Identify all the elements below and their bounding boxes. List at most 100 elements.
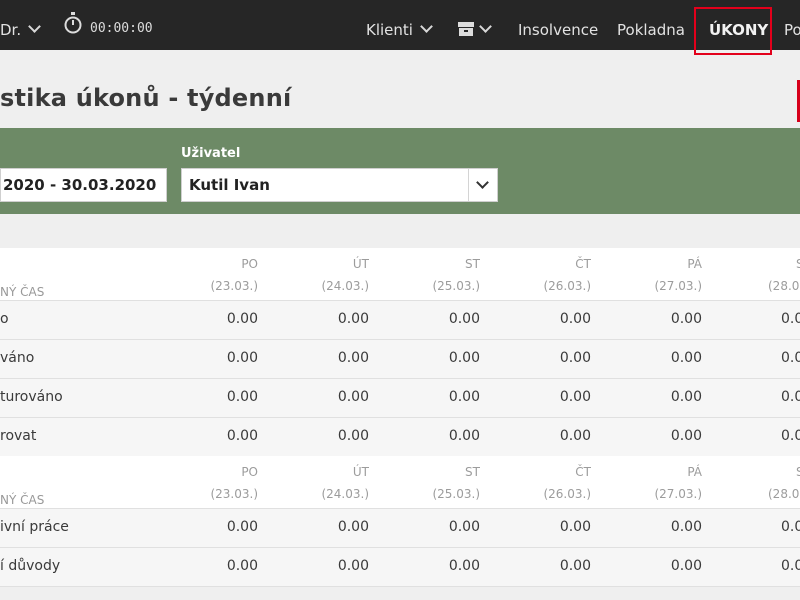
row-value: 0.00 <box>670 389 702 405</box>
nav-item-label: Po <box>784 21 800 39</box>
row-label: o <box>0 311 9 327</box>
user-select[interactable]: Kutil Ivan <box>181 168 498 202</box>
nav-item-klienti[interactable]: Klienti <box>366 0 433 50</box>
table-row: í důvody 0.00 0.00 0.00 0.00 0.00 0.0 <box>0 548 800 587</box>
nav-item-label: Pokladna <box>617 21 685 39</box>
stopwatch-icon[interactable] <box>64 12 82 34</box>
row-value: 0.00 <box>670 350 702 366</box>
column-header-day: ÚT <box>352 465 369 479</box>
table-row: o 0.00 0.00 0.00 0.00 0.00 0.0 <box>0 301 800 340</box>
column-header-day: S <box>796 257 800 271</box>
row-value: 0.00 <box>337 428 369 444</box>
row-value: 0.0 <box>781 350 800 366</box>
column-header-day: ČT <box>575 257 591 271</box>
table-row: turováno 0.00 0.00 0.00 0.00 0.00 0.0 <box>0 379 800 418</box>
column-header-date: (27.03.) <box>654 487 702 501</box>
column-header-day: PO <box>241 257 258 271</box>
column-header-date: (26.03.) <box>543 487 591 501</box>
nav-item-insolvence[interactable]: Insolvence <box>518 0 598 50</box>
nav-item-box-menu[interactable] <box>457 0 492 50</box>
row-value: 0.00 <box>448 311 480 327</box>
row-value: 0.00 <box>559 389 591 405</box>
column-header-date: (25.03.) <box>432 279 480 293</box>
row-label: váno <box>0 350 35 366</box>
column-header-day: S <box>796 465 800 479</box>
row-value: 0.00 <box>337 311 369 327</box>
table-row: ivní práce 0.00 0.00 0.00 0.00 0.00 0.0 <box>0 509 800 548</box>
timer-display: 00:00:00 <box>90 21 153 36</box>
column-header-day: ÚT <box>352 257 369 271</box>
column-header-date: (26.03.) <box>543 279 591 293</box>
row-value: 0.00 <box>337 519 369 535</box>
column-header-label: NÝ ČAS <box>0 285 45 299</box>
row-value: 0.00 <box>226 350 258 366</box>
row-value: 0.0 <box>781 389 800 405</box>
select-dropdown-button[interactable] <box>468 169 497 201</box>
user-menu[interactable]: Dr. <box>0 0 41 50</box>
nav-item-label: Insolvence <box>518 21 599 39</box>
row-value: 0.00 <box>670 311 702 327</box>
column-header-label: NÝ ČAS <box>0 493 45 507</box>
row-value: 0.00 <box>559 428 591 444</box>
column-header-date: (23.03.) <box>210 279 258 293</box>
row-label: rovat <box>0 428 37 444</box>
weekly-table-2: NÝ ČAS PO (23.03.) ÚT (24.03.) ST (25.03… <box>0 456 800 587</box>
row-value: 0.00 <box>448 350 480 366</box>
row-value: 0.00 <box>670 428 702 444</box>
column-header-date: (23.03.) <box>210 487 258 501</box>
table-row: váno 0.00 0.00 0.00 0.00 0.00 0.0 <box>0 340 800 379</box>
row-label: í důvody <box>0 558 61 574</box>
column-header-day: PÁ <box>687 465 702 479</box>
row-label: turováno <box>0 389 63 405</box>
row-value: 0.0 <box>781 428 800 444</box>
column-header-day: ČT <box>575 465 591 479</box>
user-select-value: Kutil Ivan <box>189 176 270 194</box>
table-header: NÝ ČAS PO (23.03.) ÚT (24.03.) ST (25.03… <box>0 456 800 509</box>
row-value: 0.00 <box>670 519 702 535</box>
column-header-day: ST <box>465 465 480 479</box>
row-label: ivní práce <box>0 519 69 535</box>
nav-item-pokladna[interactable]: Pokladna <box>617 0 685 50</box>
table-header: NÝ ČAS PO (23.03.) ÚT (24.03.) ST (25.03… <box>0 248 800 301</box>
row-value: 0.00 <box>448 558 480 574</box>
chevron-down-icon <box>479 20 492 33</box>
column-header-day: PÁ <box>687 257 702 271</box>
nav-item-ukony[interactable]: ÚKONY <box>694 7 772 55</box>
column-header-date: (28.03. <box>768 279 800 293</box>
row-value: 0.0 <box>781 558 800 574</box>
row-value: 0.00 <box>559 558 591 574</box>
row-value: 0.00 <box>448 389 480 405</box>
top-navigation-bar: Dr. 00:00:00 Klienti Insolvence Pokladna… <box>0 0 800 55</box>
table-row: rovat 0.00 0.00 0.00 0.00 0.00 0.0 <box>0 418 800 457</box>
chevron-down-icon <box>420 20 433 33</box>
column-header-day: PO <box>241 465 258 479</box>
nav-item-po[interactable]: Po <box>784 0 800 50</box>
row-value: 0.00 <box>226 519 258 535</box>
row-value: 0.00 <box>226 558 258 574</box>
chevron-down-icon <box>476 176 489 189</box>
archive-box-icon <box>458 22 474 36</box>
column-header-date: (27.03.) <box>654 279 702 293</box>
nav-item-label: ÚKONY <box>709 21 769 39</box>
row-value: 0.00 <box>448 428 480 444</box>
row-value: 0.0 <box>781 311 800 327</box>
chevron-down-icon <box>28 20 41 33</box>
row-value: 0.00 <box>559 350 591 366</box>
row-value: 0.00 <box>337 350 369 366</box>
row-value: 0.0 <box>781 519 800 535</box>
column-header-date: (24.03.) <box>321 279 369 293</box>
user-filter-label: Uživatel <box>181 146 241 161</box>
nav-item-label: Klienti <box>366 21 413 39</box>
row-value: 0.00 <box>448 519 480 535</box>
row-value: 0.00 <box>226 428 258 444</box>
row-value: 0.00 <box>226 389 258 405</box>
user-menu-label: Dr. <box>0 21 22 39</box>
page-title: stika úkonů - týdenní <box>0 84 292 112</box>
column-header-day: ST <box>465 257 480 271</box>
row-value: 0.00 <box>337 389 369 405</box>
column-header-date: (28.03. <box>768 487 800 501</box>
row-value: 0.00 <box>559 311 591 327</box>
date-range-input[interactable]: 2020 - 30.03.2020 <box>0 168 167 202</box>
row-value: 0.00 <box>226 311 258 327</box>
weekly-table-1: NÝ ČAS PO (23.03.) ÚT (24.03.) ST (25.03… <box>0 248 800 457</box>
